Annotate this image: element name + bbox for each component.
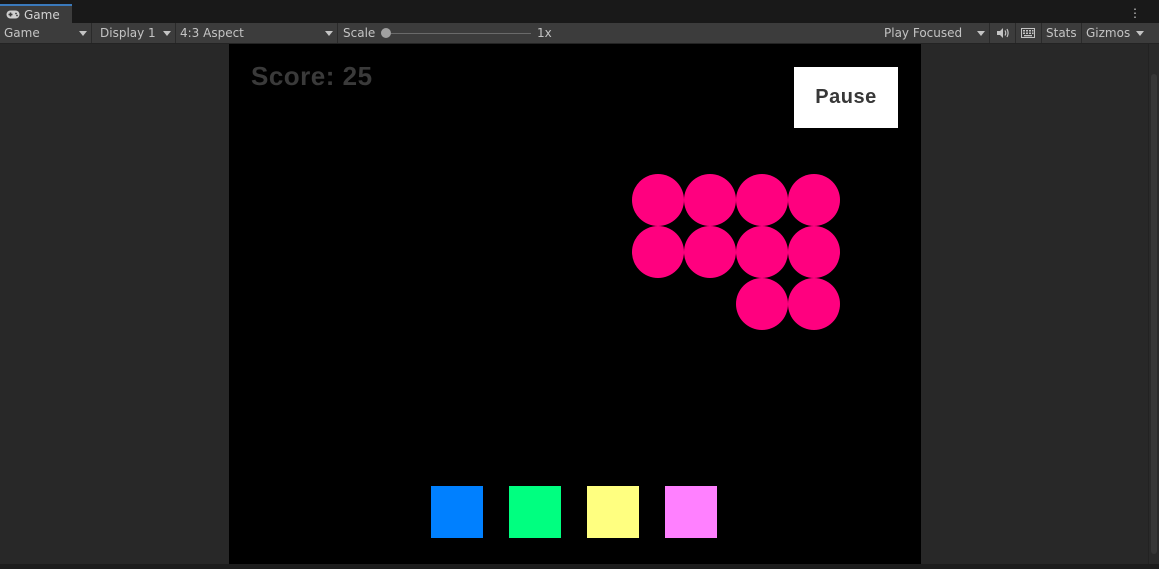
ball [736, 278, 788, 330]
gizmos-label: Gizmos [1086, 26, 1131, 40]
ball [632, 226, 684, 278]
mute-audio-button[interactable] [992, 23, 1016, 43]
tab-game[interactable]: Game [0, 4, 72, 23]
ball [736, 174, 788, 226]
view-select-value: Game [4, 26, 40, 40]
color-tile-pink[interactable] [665, 486, 717, 538]
scale-slider-thumb[interactable] [381, 28, 391, 38]
more-options-icon[interactable]: ⋮ [1129, 6, 1141, 20]
chevron-down-icon [163, 31, 171, 36]
color-tile-green[interactable] [509, 486, 561, 538]
scale-label: Scale [339, 23, 383, 43]
aspect-select-value: 4:3 Aspect [180, 26, 244, 40]
pause-button[interactable]: Pause [794, 67, 898, 128]
color-tile-blue[interactable] [431, 486, 483, 538]
gamepad-icon [6, 10, 20, 19]
display-select[interactable]: Display 1 [96, 23, 176, 43]
play-mode-select-value: Play Focused [884, 26, 963, 40]
ball [684, 174, 736, 226]
chevron-down-icon [325, 31, 333, 36]
scrollbar-thumb[interactable] [1151, 74, 1157, 554]
shortcuts-button[interactable] [1017, 23, 1042, 43]
gizmos-dropdown[interactable] [1132, 23, 1148, 43]
scale-value-text: 1x [537, 26, 552, 40]
color-tile-yellow[interactable] [587, 486, 639, 538]
view-select[interactable]: Game [0, 23, 92, 43]
tab-game-label: Game [24, 7, 60, 22]
score-text: Score: 25 [251, 61, 373, 91]
chevron-down-icon [977, 31, 985, 36]
vertical-scrollbar[interactable] [1148, 44, 1159, 564]
bottom-strip [0, 564, 1159, 569]
ball [736, 226, 788, 278]
scale-label-text: Scale [343, 26, 376, 40]
tab-bar: Game ⋮ [0, 0, 1159, 23]
gizmos-button[interactable]: Gizmos [1082, 23, 1131, 43]
ball [684, 226, 736, 278]
play-mode-select[interactable]: Play Focused [880, 23, 990, 43]
stats-label: Stats [1046, 26, 1077, 40]
aspect-select[interactable]: 4:3 Aspect [176, 23, 338, 43]
game-view[interactable]: Score: 25 Pause [229, 44, 921, 564]
ball [632, 174, 684, 226]
game-toolbar: Game Display 1 4:3 Aspect Scale 1x Play … [0, 23, 1159, 44]
scale-value: 1x [533, 23, 563, 43]
chevron-down-icon [1136, 31, 1144, 36]
speaker-icon [996, 27, 1010, 39]
keyboard-icon [1021, 28, 1035, 38]
display-select-value: Display 1 [100, 26, 156, 40]
scale-slider-track[interactable] [384, 33, 531, 34]
ball [788, 174, 840, 226]
ball [788, 278, 840, 330]
chevron-down-icon [79, 31, 87, 36]
stats-button[interactable]: Stats [1042, 23, 1082, 43]
ball [788, 226, 840, 278]
